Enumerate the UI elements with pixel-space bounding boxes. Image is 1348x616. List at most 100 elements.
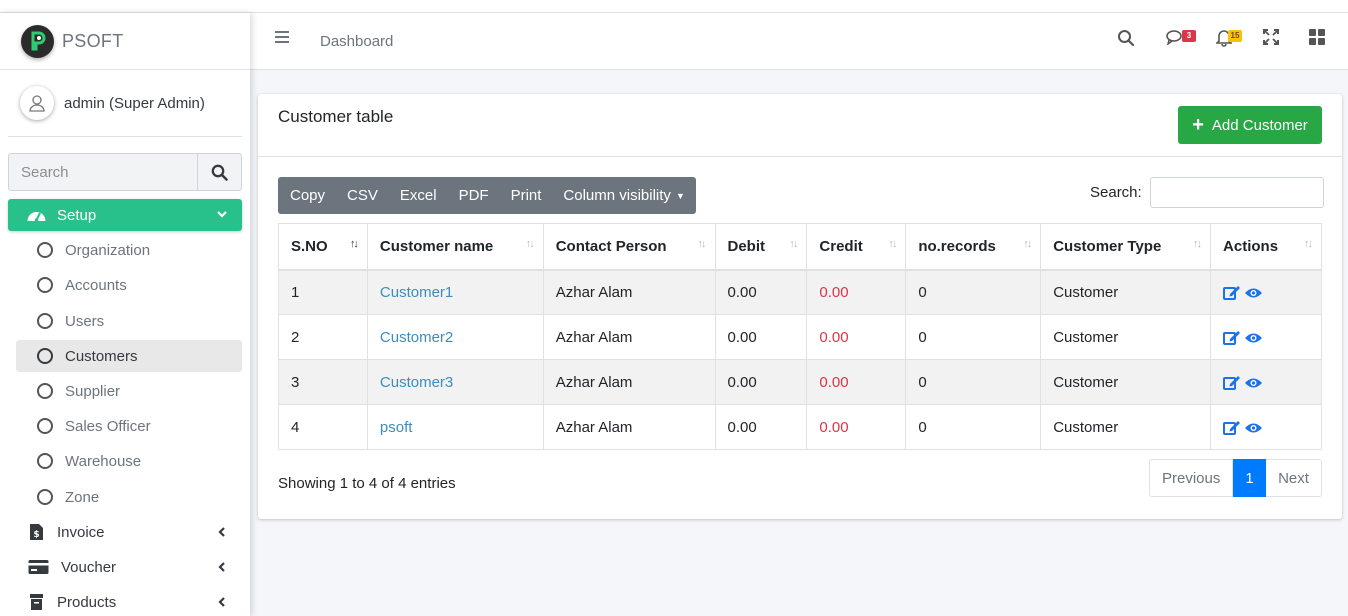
- sidebar-item-customers[interactable]: Customers: [16, 340, 242, 372]
- sort-icon: ↑↓: [789, 238, 798, 250]
- cell-credit: 0.00: [806, 359, 907, 405]
- hamburger-menu-icon[interactable]: [274, 30, 290, 44]
- sidebar-item-setup[interactable]: Setup: [8, 199, 242, 231]
- chevron-left-icon: [218, 527, 225, 537]
- table-header-row: S.NO ↑↓ Customer name ↑↓ Contact Person ↑↓ …: [278, 223, 1322, 271]
- fullscreen-icon[interactable]: [1263, 29, 1279, 45]
- eye-icon[interactable]: [1244, 376, 1263, 390]
- add-customer-button[interactable]: + Add Customer: [1178, 106, 1322, 144]
- invoice-icon: $: [30, 524, 43, 540]
- excel-button[interactable]: Excel: [389, 177, 448, 214]
- circle-icon: [37, 277, 53, 293]
- cell-credit: 0.00: [806, 314, 907, 360]
- eye-icon[interactable]: [1244, 331, 1263, 345]
- cell-no-records: 0: [905, 314, 1042, 360]
- sidebar-item-label: Setup: [57, 206, 97, 224]
- column-header-actions[interactable]: Actions ↑↓: [1210, 223, 1322, 271]
- sidebar-item-supplier[interactable]: Supplier: [16, 375, 242, 407]
- customer-link[interactable]: Customer2: [380, 329, 453, 346]
- sidebar-item-label: Supplier: [65, 382, 121, 400]
- notifications-button[interactable]: 15: [1216, 29, 1248, 49]
- pdf-button[interactable]: PDF: [448, 177, 500, 214]
- breadcrumb[interactable]: Dashboard: [320, 33, 393, 50]
- table-search: Search:: [1090, 177, 1324, 208]
- user-name: admin (Super Admin): [64, 94, 205, 112]
- sidebar-item-invoice[interactable]: $ Invoice: [8, 516, 242, 548]
- cell-customer-type: Customer: [1040, 314, 1212, 360]
- cell-no-records: 0: [905, 404, 1042, 450]
- sidebar-item-label: Users: [65, 312, 105, 330]
- card-header: Customer table + Add Customer: [258, 94, 1342, 157]
- column-header-sno[interactable]: S.NO ↑↓: [278, 223, 368, 271]
- sidebar-item-warehouse[interactable]: Warehouse: [16, 445, 242, 477]
- cell-actions: [1210, 314, 1322, 360]
- sidebar: PSOFT admin (Super Admin) Setup Organiza…: [0, 13, 250, 616]
- copy-button[interactable]: Copy: [278, 177, 336, 214]
- sidebar-item-label: Invoice: [57, 523, 105, 541]
- sidebar-item-zone[interactable]: Zone: [16, 481, 242, 513]
- csv-button[interactable]: CSV: [336, 177, 389, 214]
- eye-icon[interactable]: [1244, 421, 1263, 435]
- cell-sno: 1: [278, 269, 368, 315]
- column-header-customer-type[interactable]: Customer Type ↑↓: [1040, 223, 1212, 271]
- messages-badge: 3: [1182, 30, 1196, 42]
- column-header-no-records[interactable]: no.records ↑↓: [905, 223, 1042, 271]
- top-navbar: Dashboard 3 15: [250, 13, 1348, 70]
- brand[interactable]: PSOFT: [0, 13, 250, 70]
- sidebar-item-label: Sales Officer: [65, 417, 151, 435]
- dashboard-gauge-icon: [27, 212, 46, 222]
- sidebar-item-accounts[interactable]: Accounts: [16, 269, 242, 301]
- sidebar-search-input[interactable]: [8, 153, 197, 191]
- cell-contact-person: Azhar Alam: [542, 314, 716, 360]
- cell-debit: 0.00: [714, 404, 808, 450]
- column-header-label: Contact Person: [555, 237, 667, 255]
- caret-down-icon: ▼: [675, 190, 685, 201]
- sidebar-search-button[interactable]: [197, 153, 242, 191]
- next-page-button[interactable]: Next: [1266, 459, 1322, 497]
- grid-apps-icon[interactable]: [1309, 29, 1325, 45]
- edit-icon[interactable]: [1223, 285, 1241, 301]
- sidebar-item-label: Customers: [65, 347, 138, 365]
- table-search-input[interactable]: [1149, 177, 1324, 208]
- cell-actions: [1210, 359, 1322, 405]
- column-header-contact-person[interactable]: Contact Person ↑↓: [542, 223, 716, 271]
- plus-icon: +: [1192, 114, 1204, 136]
- column-visibility-button[interactable]: Column visibility ▼: [552, 177, 695, 214]
- cell-customer-name: psoft: [366, 404, 544, 450]
- user-panel[interactable]: admin (Super Admin): [8, 70, 242, 137]
- circle-icon: [37, 313, 53, 329]
- sidebar-item-organization[interactable]: Organization: [16, 234, 242, 266]
- edit-icon[interactable]: [1223, 330, 1241, 346]
- sidebar-item-sales-officer[interactable]: Sales Officer: [16, 410, 242, 442]
- cell-debit: 0.00: [714, 314, 808, 360]
- notifications-badge: 15: [1228, 30, 1242, 42]
- cell-contact-person: Azhar Alam: [542, 359, 716, 405]
- customer-link[interactable]: Customer1: [380, 284, 453, 301]
- customer-link[interactable]: Customer3: [380, 374, 453, 391]
- column-header-credit[interactable]: Credit ↑↓: [806, 223, 907, 271]
- sidebar-item-label: Voucher: [61, 558, 117, 576]
- customer-link[interactable]: psoft: [380, 419, 413, 436]
- cell-actions: [1210, 269, 1322, 315]
- sidebar-item-users[interactable]: Users: [16, 305, 242, 337]
- sidebar-item-voucher[interactable]: Voucher: [8, 551, 242, 583]
- previous-page-button[interactable]: Previous: [1149, 459, 1233, 497]
- export-button-group: Copy CSV Excel PDF Print Column visibili…: [278, 177, 696, 214]
- sidebar-item-products[interactable]: Products: [8, 586, 242, 616]
- column-header-customer-name[interactable]: Customer name ↑↓: [366, 223, 544, 271]
- cell-contact-person: Azhar Alam: [542, 269, 716, 315]
- messages-button[interactable]: 3: [1166, 29, 1196, 49]
- eye-icon[interactable]: [1244, 286, 1263, 300]
- cell-no-records: 0: [905, 269, 1042, 315]
- edit-icon[interactable]: [1223, 420, 1241, 436]
- search-icon[interactable]: [1117, 29, 1135, 47]
- edit-icon[interactable]: [1223, 375, 1241, 391]
- column-header-debit[interactable]: Debit ↑↓: [714, 223, 808, 271]
- print-button[interactable]: Print: [500, 177, 553, 214]
- cell-customer-type: Customer: [1040, 404, 1212, 450]
- page-1-button[interactable]: 1: [1233, 459, 1266, 497]
- chevron-left-icon: [218, 597, 225, 607]
- table-row: 4 psoft Azhar Alam 0.00 0.00 0 Customer: [278, 404, 1322, 450]
- column-header-label: Actions: [1223, 237, 1279, 255]
- sort-ascending-icon: ↑↓: [349, 238, 359, 250]
